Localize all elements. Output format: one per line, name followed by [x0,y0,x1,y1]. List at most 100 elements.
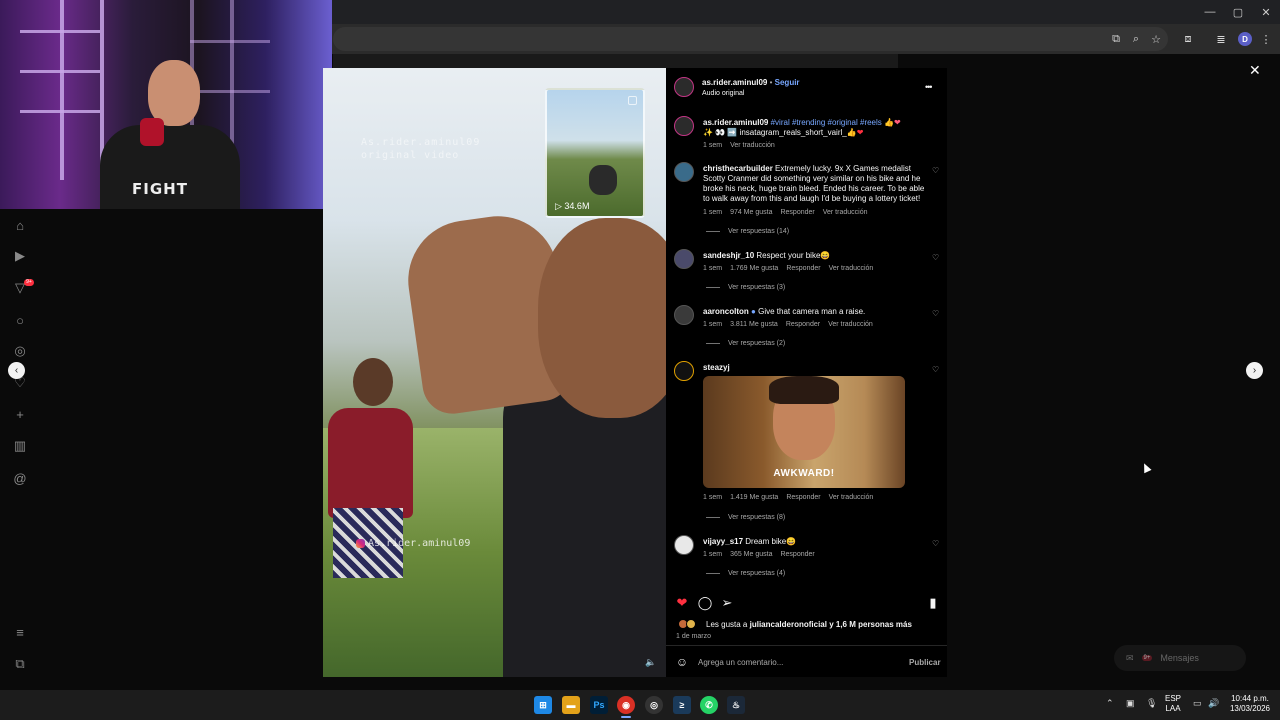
comment-avatar[interactable] [674,162,694,182]
previous-post-arrow[interactable]: ‹ [8,362,25,379]
create-icon[interactable]: + [12,406,28,422]
tray-overflow-icon[interactable]: ⌃ [1106,698,1114,709]
view-replies-label[interactable]: Ver respuestas (2) [728,340,785,347]
picture-in-picture-clip: ▷ 34.6M [545,88,645,218]
profile-avatar[interactable]: D [1238,32,1252,46]
likes-user[interactable]: juliancalderonoficial [750,620,827,629]
audio-label[interactable]: Audio original [702,89,744,99]
microphone-icon[interactable]: 🎙 [1146,698,1157,709]
translate-button[interactable]: Ver traducción [829,494,874,501]
menu-icon[interactable]: ≡ [12,624,28,640]
view-replies-label[interactable]: Ver respuestas (4) [728,570,785,577]
comment-gif[interactable]: AWKWARD! [703,376,905,488]
author-username[interactable]: as.rider.aminul09 [702,78,767,87]
comment-username[interactable]: sandeshjr_10 [703,251,754,260]
follow-button[interactable]: Seguir [775,78,800,87]
language-indicator[interactable]: ESP LAA [1165,694,1181,714]
comment-avatar[interactable] [674,361,694,381]
comment-like-icon[interactable]: ♡ [932,167,940,175]
meta-icon[interactable]: ⧉ [12,656,28,672]
view-replies[interactable]: Ver respuestas (14) [706,228,789,235]
caption-translate[interactable]: Ver traducción [730,142,775,149]
reels-icon[interactable]: ▶ [12,248,28,264]
close-icon[interactable]: ✕ [1249,62,1261,79]
threads-icon[interactable]: @ [12,470,28,486]
maximize-icon[interactable]: ▢ [1224,0,1252,24]
translate-button[interactable]: Ver traducción [828,321,873,328]
like-icon[interactable]: ❤ [675,596,689,610]
view-replies[interactable]: Ver respuestas (2) [706,340,785,347]
comment-avatar[interactable] [674,305,694,325]
chrome-icon[interactable]: ◉ [617,696,635,714]
obs-icon[interactable]: ◎ [645,696,663,714]
comment-like-icon[interactable]: ♡ [932,310,940,318]
view-replies-label[interactable]: Ver respuestas (14) [728,228,789,235]
comment-icon[interactable]: ◯ [698,596,713,610]
comment-likes[interactable]: 1.419 Me gusta [730,494,778,501]
caption-avatar[interactable] [674,116,694,136]
comment-like-icon[interactable]: ♡ [932,366,940,374]
publish-button[interactable]: Publicar [909,658,941,668]
extensions-icon[interactable]: ⧈ [1180,31,1196,47]
network-icon[interactable]: ▭ [1193,698,1202,709]
system-clock[interactable]: 10:44 p.m. 13/03/2026 [1224,694,1276,714]
comment-likes[interactable]: 974 Me gusta [730,209,772,216]
terminal-icon[interactable]: ≥ [673,696,691,714]
address-bar[interactable] [333,27,1168,51]
view-replies[interactable]: Ver respuestas (4) [706,570,785,577]
translate-button[interactable]: Ver traducción [829,265,874,272]
bookmark-icon[interactable]: ▮ [926,596,940,610]
reply-button[interactable]: Responder [780,209,814,216]
comment-username[interactable]: aaroncolton [703,307,749,316]
steam-icon[interactable]: ♨ [727,696,745,714]
reply-button[interactable]: Responder [786,321,820,328]
compass-icon[interactable]: ◎ [12,343,28,359]
caption-username[interactable]: as.rider.aminul09 [703,118,768,127]
home-icon[interactable]: ⌂ [12,217,28,233]
view-replies-label[interactable]: Ver respuestas (8) [728,514,785,521]
comment-username[interactable]: christhecarbuilder [703,164,773,173]
author-avatar[interactable] [674,77,694,97]
comment-like-icon[interactable]: ♡ [932,254,940,262]
likes-suffix[interactable]: y 1,6 M personas más [829,620,912,629]
comment-likes[interactable]: 1.769 Me gusta [730,265,778,272]
reel-video[interactable]: As.rider.aminul09 original video As.ride… [323,68,666,677]
comment-username[interactable]: steazyj [703,363,730,372]
share-icon[interactable]: ➢ [720,596,734,610]
comment-likes[interactable]: 3.811 Me gusta [730,321,778,328]
view-replies[interactable]: Ver respuestas (3) [706,284,785,291]
volume-icon[interactable]: 🔊 [1208,698,1219,709]
translate-button[interactable]: Ver traducción [823,209,868,216]
close-window-icon[interactable]: ✕ [1252,0,1280,24]
emoji-icon[interactable]: ☺ [675,655,689,669]
browser-menu-icon[interactable]: ⋮ [1258,31,1274,47]
tray-app-icon[interactable]: ▣ [1126,698,1135,709]
mute-icon[interactable]: 🔈 [645,656,657,668]
comment-like-icon[interactable]: ♡ [932,540,940,548]
view-replies-label[interactable]: Ver respuestas (3) [728,284,785,291]
search-icon[interactable]: ○ [12,312,28,328]
messages-button[interactable]: ✉ 9+ Mensajes [1114,645,1246,671]
comment-input[interactable]: Agrega un comentario... [698,658,783,668]
next-post-arrow[interactable]: › [1246,362,1263,379]
reply-button[interactable]: Responder [786,494,820,501]
start-icon[interactable]: ⊞ [534,696,552,714]
comment-likes[interactable]: 365 Me gusta [730,551,772,558]
whatsapp-icon[interactable]: ✆ [700,696,718,714]
cast-icon[interactable]: ⧉ [1108,31,1124,47]
bookmark-star-icon[interactable]: ☆ [1148,31,1164,47]
photoshop-icon[interactable]: Ps [590,696,608,714]
view-replies[interactable]: Ver respuestas (8) [706,514,785,521]
minimize-icon[interactable]: — [1196,0,1224,24]
file-explorer-icon[interactable]: ▬ [562,696,580,714]
comment-username[interactable]: vijayy_s17 [703,537,743,546]
comment-avatar[interactable] [674,535,694,555]
reply-button[interactable]: Responder [780,551,814,558]
reply-button[interactable]: Responder [786,265,820,272]
caption-hashtags[interactable]: #viral #trending #original #reels [771,118,882,127]
zoom-icon[interactable]: ⌕ [1128,31,1144,47]
media-control-icon[interactable]: ≣ [1213,31,1229,47]
comment-avatar[interactable] [674,249,694,269]
dashboard-icon[interactable]: ▥ [12,438,28,454]
more-options-icon[interactable]: ••• [925,82,933,92]
